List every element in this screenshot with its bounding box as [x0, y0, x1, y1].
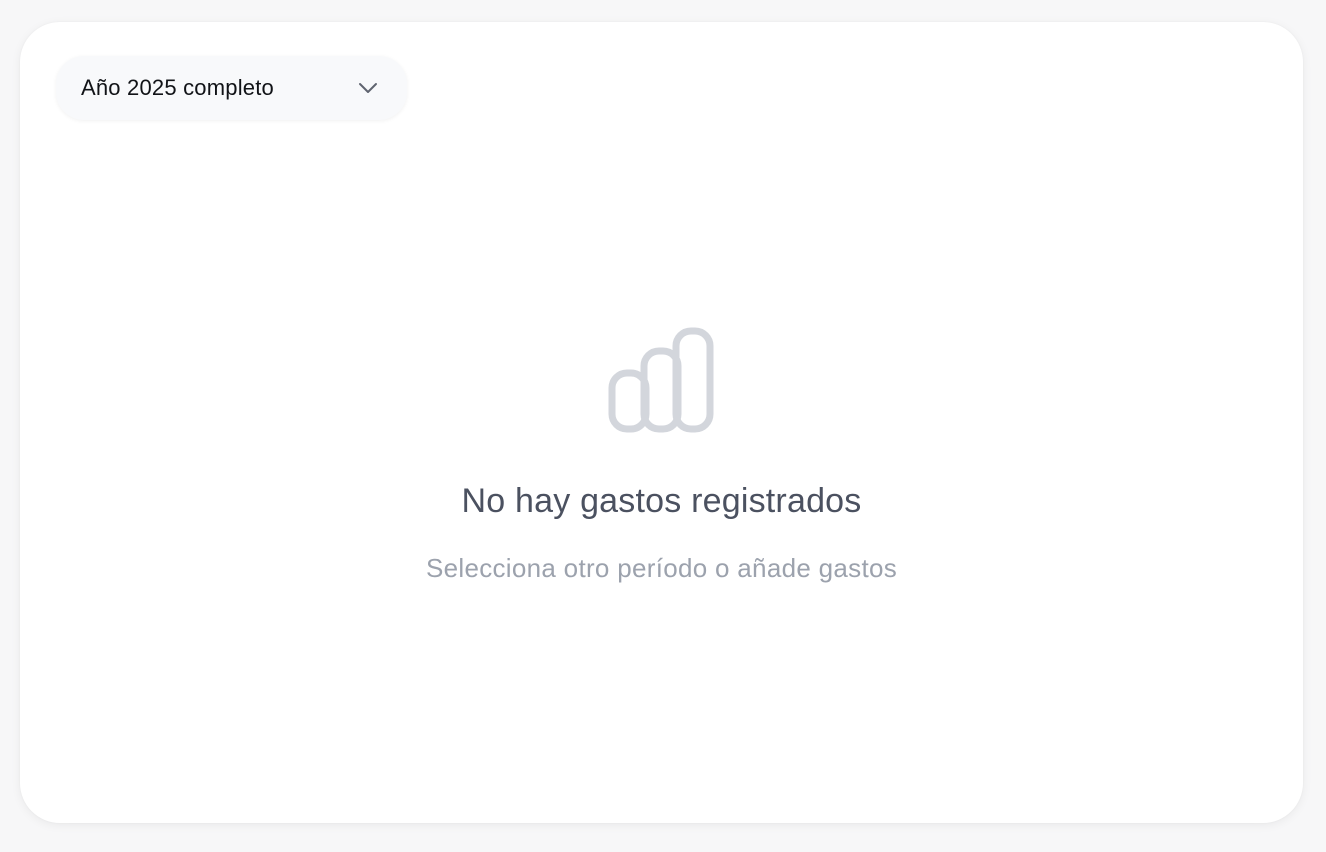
- expenses-card: Año 2025 completo No hay gastos registra…: [20, 22, 1303, 823]
- empty-state-title: No hay gastos registrados: [461, 482, 862, 520]
- bar-chart-icon: [608, 327, 716, 433]
- empty-state: No hay gastos registrados Selecciona otr…: [20, 22, 1303, 823]
- empty-state-subtitle: Selecciona otro período o añade gastos: [425, 553, 898, 583]
- period-select-value: Año 2025 completo: [81, 75, 274, 100]
- chevron-down-icon: [357, 77, 379, 99]
- period-select[interactable]: Año 2025 completo: [56, 56, 407, 120]
